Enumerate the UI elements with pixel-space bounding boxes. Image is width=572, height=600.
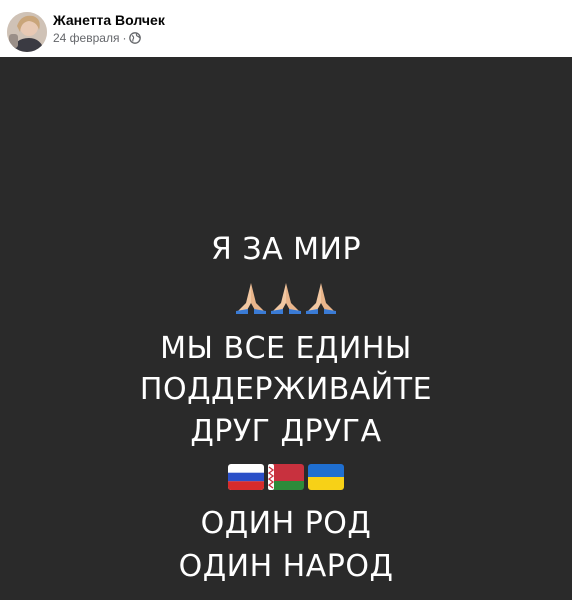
image-text-line: Я ЗА МИР: [210, 232, 362, 267]
belarus-flag-icon: [268, 464, 304, 490]
globe-icon[interactable]: [129, 32, 142, 44]
post-date[interactable]: 24 февраля: [53, 31, 119, 45]
flags-row: [0, 464, 572, 490]
ukraine-flag-icon: [308, 464, 344, 490]
image-text-line: ДРУГ ДРУГА: [190, 414, 382, 449]
praying-hands-row: [0, 281, 572, 315]
post-meta: 24 февраля ·: [53, 31, 142, 45]
author-name[interactable]: Жанетта Волчек: [53, 12, 165, 28]
image-text-line: ПОДДЕРЖИВАЙТЕ: [139, 372, 433, 407]
author-avatar[interactable]: [7, 12, 47, 52]
facebook-post: Жанетта Волчек 24 февраля · Я ЗА МИР МЫ …: [0, 0, 572, 600]
image-text-line: МЫ ВСЕ ЕДИНЫ: [160, 331, 412, 366]
russia-flag-icon: [228, 464, 264, 490]
image-text-line: ОДИН НАРОД: [178, 549, 394, 584]
image-text-line: ОДИН РОД: [200, 506, 372, 541]
post-header: Жанетта Волчек 24 февраля ·: [0, 0, 572, 56]
praying-hands-icon: [236, 283, 336, 314]
meta-separator: ·: [122, 31, 127, 45]
post-image[interactable]: Я ЗА МИР МЫ ВСЕ ЕДИНЫ ПОДДЕРЖИВАЙТЕ ДРУГ…: [0, 57, 572, 600]
